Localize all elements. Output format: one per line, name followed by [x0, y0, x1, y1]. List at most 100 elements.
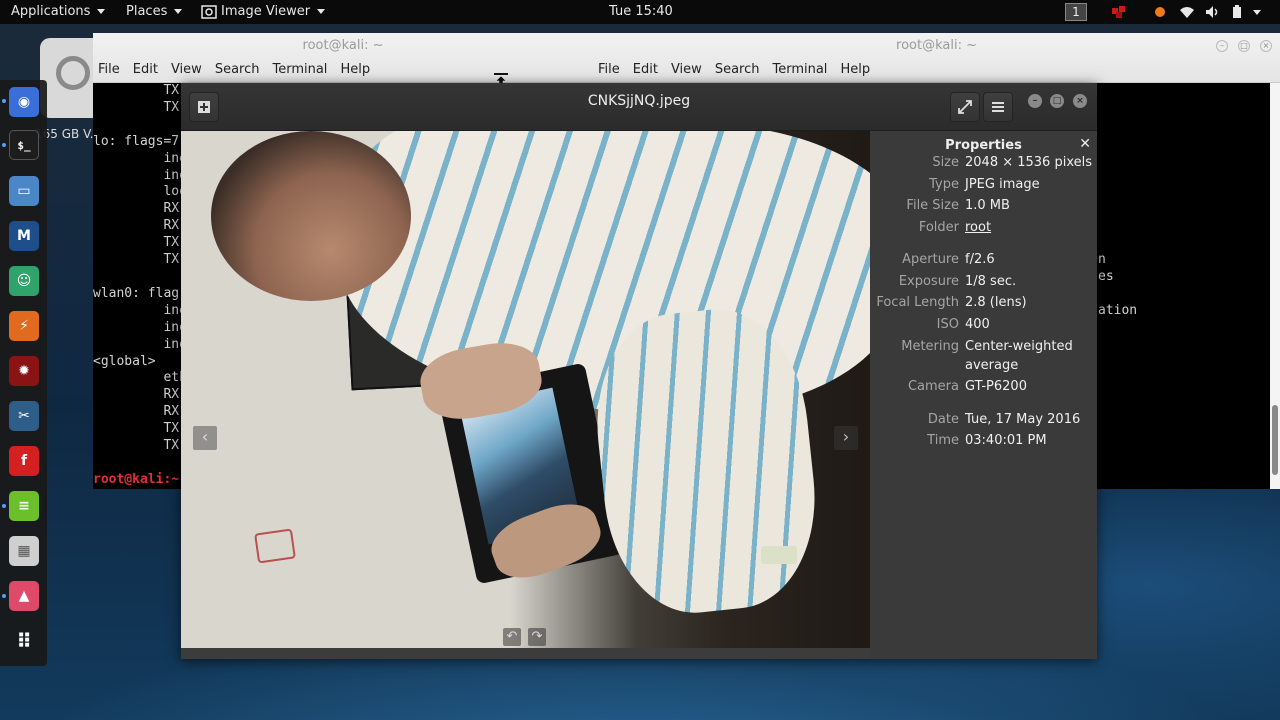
- chevron-down-icon: [317, 9, 326, 14]
- chevron-down-icon: [174, 9, 183, 14]
- places-menu[interactable]: Places: [126, 4, 183, 19]
- beef-icon[interactable]: ✂: [9, 401, 39, 431]
- battery-icon[interactable]: [1231, 5, 1247, 19]
- hamburger-menu-button[interactable]: [983, 92, 1013, 122]
- close-properties-icon[interactable]: ✕: [1079, 136, 1091, 152]
- image-display[interactable]: ‹ ›: [181, 131, 870, 648]
- text-editor-icon[interactable]: ≡: [9, 491, 39, 521]
- image-viewer-icon: [201, 4, 217, 19]
- property-value: 03:40:01 PM: [965, 433, 1047, 448]
- property-value: 2048 × 1536 pixels: [965, 155, 1092, 170]
- status-dot-icon[interactable]: [1154, 5, 1166, 19]
- property-label: ISO: [936, 317, 959, 332]
- dock: ◉ $_ ▭ M ☺ ⚡ ✹ ✂ f ≡ ▦ ▲ ⠿: [0, 80, 47, 666]
- property-value: f/2.6: [965, 252, 995, 267]
- terminal-text-fragment: es: [1098, 269, 1114, 284]
- property-value: Center-weighted average: [965, 339, 1073, 373]
- armitage-icon[interactable]: ☺: [9, 266, 39, 296]
- property-label: Date: [927, 412, 959, 427]
- applications-menu[interactable]: Applications: [11, 4, 106, 19]
- image-viewer-app-menu[interactable]: Image Viewer: [201, 4, 326, 19]
- red-team-icon[interactable]: [1110, 5, 1128, 19]
- flashfire-icon[interactable]: f: [9, 446, 39, 476]
- faraday-icon[interactable]: ✹: [9, 356, 39, 386]
- fullscreen-icon: [958, 100, 972, 114]
- menu-file[interactable]: File: [598, 62, 620, 77]
- places-label: Places: [126, 4, 168, 19]
- running-indicator: [2, 99, 6, 103]
- property-label: Size: [932, 155, 959, 170]
- menu-edit[interactable]: Edit: [633, 62, 658, 77]
- running-indicator: [2, 504, 6, 508]
- wifi-icon[interactable]: [1179, 5, 1195, 19]
- property-label: Metering: [901, 339, 959, 354]
- menu-view[interactable]: View: [671, 62, 702, 77]
- viewer-header: CNKSjjNQ.jpeg – □ ×: [181, 83, 1097, 131]
- property-value: 1.0 MB: [965, 198, 1010, 213]
- files-icon[interactable]: ▭: [9, 176, 39, 206]
- property-value: GT-P6200: [965, 379, 1027, 394]
- close-icon[interactable]: ×: [1260, 40, 1272, 52]
- menu-file[interactable]: File: [98, 62, 120, 77]
- property-label: Exposure: [898, 274, 959, 289]
- clock[interactable]: Tue 15:40: [609, 4, 673, 19]
- clock-label: Tue 15:40: [609, 4, 673, 19]
- property-value: 400: [965, 317, 990, 332]
- folder-link[interactable]: root: [965, 218, 1095, 237]
- terminal-menubar: File Edit View Search Terminal Help: [98, 62, 370, 77]
- menu-search[interactable]: Search: [215, 62, 260, 77]
- terminal-scrollbar[interactable]: [1270, 83, 1280, 489]
- menu-terminal[interactable]: Terminal: [772, 62, 827, 77]
- menu-search[interactable]: Search: [715, 62, 760, 77]
- burpsuite-icon[interactable]: ⚡: [9, 311, 39, 341]
- minimize-icon[interactable]: –: [1216, 40, 1228, 52]
- menu-help[interactable]: Help: [340, 62, 370, 77]
- property-value: Tue, 17 May 2016: [965, 412, 1081, 427]
- menu-help[interactable]: Help: [840, 62, 870, 77]
- property-value: JPEG image: [965, 177, 1040, 192]
- rotate-left-button[interactable]: ↶: [503, 628, 521, 646]
- property-label: File Size: [906, 198, 959, 213]
- menu-terminal[interactable]: Terminal: [272, 62, 327, 77]
- photo-region: [254, 528, 296, 564]
- property-value: 2.8 (lens): [965, 295, 1027, 310]
- maximize-icon[interactable]: □: [1238, 40, 1250, 52]
- top-bar: Applications Places Image Viewer Tue 15:…: [0, 0, 1280, 24]
- property-value: 1/8 sec.: [965, 274, 1017, 289]
- photo-region: [761, 546, 797, 564]
- image-viewer-window[interactable]: CNKSjjNQ.jpeg – □ × ‹ › ↶ ↷ Properties ✕…: [181, 83, 1097, 659]
- terminal-title: root@kali: ~: [302, 38, 384, 53]
- app-grid-icon[interactable]: ⠿: [9, 626, 39, 656]
- terminal-menubar: File Edit View Search Terminal Help: [598, 62, 870, 77]
- workspace-indicator[interactable]: 1: [1065, 3, 1087, 21]
- hamburger-icon: [992, 102, 1004, 112]
- previous-image-button[interactable]: ‹: [193, 426, 217, 450]
- menu-view[interactable]: View: [171, 62, 202, 77]
- scrollbar-thumb[interactable]: [1272, 405, 1278, 475]
- applications-label: Applications: [11, 4, 91, 19]
- running-indicator: [2, 143, 6, 147]
- property-label: Folder: [918, 220, 959, 235]
- property-label: Time: [927, 433, 959, 448]
- calculator-icon[interactable]: ▦: [9, 536, 39, 566]
- close-icon[interactable]: ×: [1073, 94, 1087, 108]
- properties-panel: Properties ✕ Size 2048 × 1536 pixels Type…: [870, 131, 1097, 659]
- property-label: Type: [929, 177, 959, 192]
- image-viewer-app-label: Image Viewer: [221, 4, 311, 19]
- property-label: Camera: [907, 379, 959, 394]
- volume-icon[interactable]: [1205, 5, 1221, 19]
- tor-browser-icon[interactable]: ◉: [9, 87, 39, 117]
- terminal-title: root@kali: ~: [896, 38, 977, 53]
- metasploit-icon[interactable]: M: [9, 221, 39, 251]
- terminal-text-fragment: n: [1098, 252, 1106, 267]
- image-viewer-icon[interactable]: ▲: [9, 581, 39, 611]
- terminal-icon[interactable]: $_: [9, 130, 39, 160]
- chevron-down-icon[interactable]: [1253, 10, 1261, 15]
- menu-edit[interactable]: Edit: [133, 62, 158, 77]
- next-image-button[interactable]: ›: [834, 426, 858, 450]
- minimize-icon[interactable]: –: [1028, 94, 1042, 108]
- maximize-icon[interactable]: □: [1050, 94, 1064, 108]
- running-indicator: [2, 594, 6, 598]
- rotate-right-button[interactable]: ↷: [528, 628, 546, 646]
- fullscreen-button[interactable]: [950, 92, 980, 122]
